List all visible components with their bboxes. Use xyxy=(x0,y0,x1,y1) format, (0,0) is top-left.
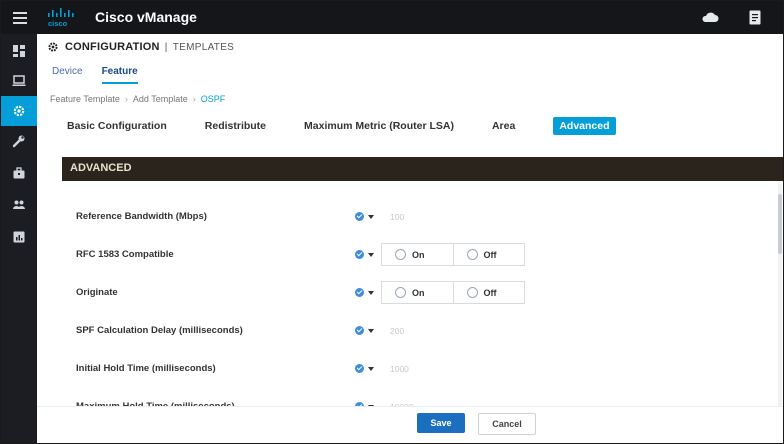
breadcrumb-separator: › xyxy=(124,94,128,104)
breadcrumb-feature-template[interactable]: Feature Template xyxy=(50,94,120,104)
nav-administration[interactable] xyxy=(1,190,37,220)
scrollbar[interactable] xyxy=(778,184,782,406)
gear-icon xyxy=(13,105,25,117)
initial-hold-time-input[interactable]: 1000 xyxy=(390,364,409,374)
ospf-section-tabs: Basic Configuration Redistribute Maximum… xyxy=(67,117,654,135)
cloud-icon[interactable] xyxy=(701,11,719,23)
scrollbar-thumb[interactable] xyxy=(778,194,782,254)
radio-circle-icon xyxy=(395,287,406,298)
nav-configuration[interactable] xyxy=(1,96,37,126)
radio-circle-icon xyxy=(466,249,478,260)
scope-selector[interactable] xyxy=(355,326,374,335)
subtab-area[interactable]: Area xyxy=(492,120,515,132)
nav-analytics[interactable] xyxy=(1,222,37,252)
originate-off-radio[interactable]: Off xyxy=(452,282,525,303)
caret-down-icon xyxy=(368,366,374,371)
save-button[interactable]: Save xyxy=(417,413,465,433)
hamburger-icon[interactable] xyxy=(13,12,27,24)
rfc1583-on-radio[interactable]: On xyxy=(382,244,453,265)
tab-feature[interactable]: Feature xyxy=(101,66,138,84)
page-header: CONFIGURATION | TEMPLATES xyxy=(47,41,234,53)
subtab-advanced[interactable]: Advanced xyxy=(553,117,616,135)
template-tabs: Device Feature xyxy=(52,66,157,84)
radio-circle-icon xyxy=(395,249,406,260)
section-title: ADVANCED xyxy=(70,162,132,174)
check-circle-icon xyxy=(355,326,364,335)
cisco-logo: cisco xyxy=(48,8,74,28)
analytics-icon xyxy=(13,231,25,243)
form-row-originate: Originate On Off xyxy=(37,281,783,306)
app-title: Cisco vManage xyxy=(95,9,197,25)
subtab-redistribute[interactable]: Redistribute xyxy=(205,120,266,132)
scope-selector[interactable] xyxy=(355,364,374,373)
check-circle-icon xyxy=(355,250,364,259)
tab-device[interactable]: Device xyxy=(52,66,83,84)
toolbox-icon xyxy=(13,167,25,179)
form-footer: Save Cancel xyxy=(37,406,783,443)
radio-label: On xyxy=(412,287,425,298)
breadcrumb-separator: › xyxy=(192,94,196,104)
app-window: cisco Cisco vManage CONFIGURATION | TEMP… xyxy=(0,0,784,444)
breadcrumb-add-template[interactable]: Add Template xyxy=(133,94,188,104)
form-row-rfc1583: RFC 1583 Compatible On Off xyxy=(37,243,783,268)
caret-down-icon xyxy=(368,252,374,257)
field-label: SPF Calculation Delay (milliseconds) xyxy=(76,325,243,336)
field-label: RFC 1583 Compatible xyxy=(76,249,174,260)
check-circle-icon xyxy=(355,364,364,373)
wrench-icon xyxy=(12,135,25,148)
originate-on-radio[interactable]: On xyxy=(382,282,453,303)
cancel-button[interactable]: Cancel xyxy=(478,413,536,435)
nav-dashboard[interactable] xyxy=(1,36,37,66)
reference-bandwidth-input[interactable]: 100 xyxy=(390,212,404,222)
caret-down-icon xyxy=(368,214,374,219)
nav-tools[interactable] xyxy=(1,126,37,156)
form-row-initial-hold-time: Initial Hold Time (milliseconds) 1000 xyxy=(37,358,783,382)
scope-selector[interactable] xyxy=(355,250,374,259)
radio-label: Off xyxy=(483,249,497,260)
field-label: Reference Bandwidth (Mbps) xyxy=(76,211,207,222)
form-row-spf-delay: SPF Calculation Delay (milliseconds) 200 xyxy=(37,320,783,344)
top-bar: cisco Cisco vManage xyxy=(1,1,783,34)
rfc1583-radio-group: On Off xyxy=(381,243,525,266)
originate-radio-group: On Off xyxy=(381,281,525,304)
logo-text: cisco xyxy=(48,19,68,28)
breadcrumb: Feature Template › Add Template › OSPF xyxy=(50,94,225,104)
field-label: Initial Hold Time (milliseconds) xyxy=(76,363,216,374)
users-icon xyxy=(13,200,25,209)
radio-circle-icon xyxy=(466,287,478,298)
field-label: Originate xyxy=(76,287,118,298)
scope-selector[interactable] xyxy=(355,288,374,297)
radio-label: On xyxy=(412,249,425,260)
nav-maintenance[interactable] xyxy=(1,158,37,188)
subtab-basic-configuration[interactable]: Basic Configuration xyxy=(67,120,167,132)
radio-label: Off xyxy=(483,287,497,298)
scope-selector[interactable] xyxy=(355,212,374,221)
section-header[interactable]: ADVANCED xyxy=(62,157,783,181)
subtab-maximum-metric[interactable]: Maximum Metric (Router LSA) xyxy=(304,120,454,132)
check-circle-icon xyxy=(355,288,364,297)
form-row-reference-bandwidth: Reference Bandwidth (Mbps) 100 xyxy=(37,206,783,230)
main-content: CONFIGURATION | TEMPLATES Device Feature… xyxy=(37,34,783,443)
caret-down-icon xyxy=(368,328,374,333)
page-subtitle: TEMPLATES xyxy=(172,41,235,53)
monitor-icon xyxy=(12,75,26,86)
gear-icon xyxy=(48,42,58,52)
rfc1583-off-radio[interactable]: Off xyxy=(452,244,525,265)
page-title: CONFIGURATION xyxy=(65,41,160,53)
page-title-separator: | xyxy=(161,41,171,53)
document-icon[interactable] xyxy=(749,10,761,25)
spf-delay-input[interactable]: 200 xyxy=(390,326,404,336)
nav-monitor[interactable] xyxy=(1,66,37,96)
caret-down-icon xyxy=(368,290,374,295)
check-circle-icon xyxy=(355,212,364,221)
breadcrumb-current: OSPF xyxy=(200,94,226,104)
dashboard-icon xyxy=(13,45,25,57)
left-nav-rail xyxy=(1,34,37,443)
